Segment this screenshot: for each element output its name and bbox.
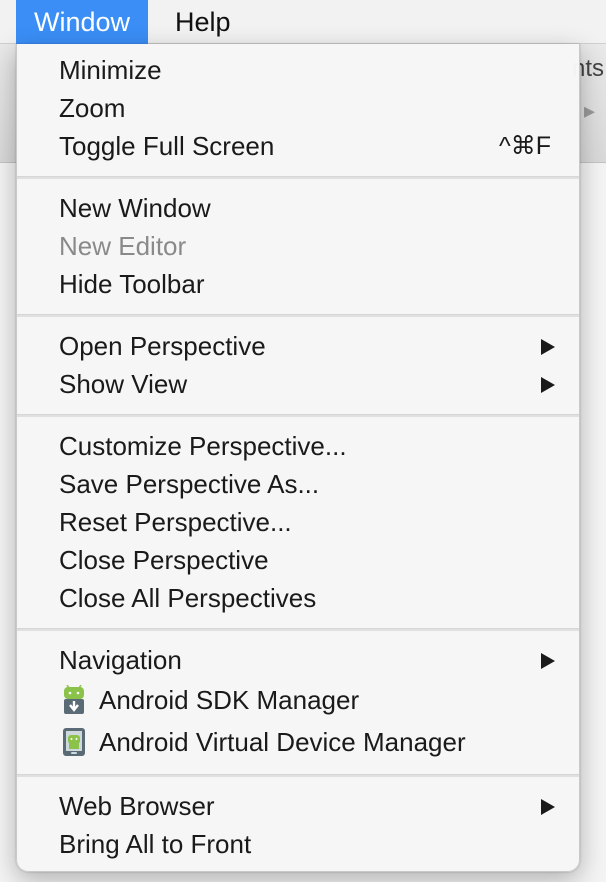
menu-separator xyxy=(17,774,579,777)
menu-item-android-avd-manager[interactable]: Android Virtual Device Manager xyxy=(17,723,579,761)
menu-item-reset-perspective[interactable]: Reset Perspective... xyxy=(17,503,579,541)
menu-item-label: Close All Perspectives xyxy=(59,583,317,613)
chevron-right-icon xyxy=(541,377,555,393)
window-menu: Minimize Zoom Toggle Full Screen ^⌘F New… xyxy=(16,44,580,872)
menu-item-label: Save Perspective As... xyxy=(59,469,320,499)
menubar: Window Help xyxy=(0,0,606,44)
menu-item-label: New Window xyxy=(59,193,211,223)
menu-item-label: Show View xyxy=(59,369,188,399)
menu-item-android-sdk-manager[interactable]: Android SDK Manager xyxy=(17,681,579,719)
menu-item-label: Android SDK Manager xyxy=(99,685,360,715)
chevron-right-icon xyxy=(541,653,555,669)
android-download-icon xyxy=(64,685,84,714)
keyboard-shortcut: ^⌘F xyxy=(498,132,551,160)
menu-item-new-editor: New Editor xyxy=(17,227,579,265)
android-device-icon xyxy=(63,728,85,756)
menu-item-label: Navigation xyxy=(59,645,182,675)
menu-item-save-perspective-as[interactable]: Save Perspective As... xyxy=(17,465,579,503)
menu-item-label: Web Browser xyxy=(59,791,215,821)
menu-item-customize-perspective[interactable]: Customize Perspective... xyxy=(17,427,579,465)
menu-separator xyxy=(17,176,579,179)
menu-separator xyxy=(17,414,579,417)
menubar-window[interactable]: Window xyxy=(16,0,149,44)
menu-item-label: Open Perspective xyxy=(59,331,266,361)
chevron-right-icon xyxy=(541,799,555,815)
menu-separator xyxy=(17,314,579,317)
menu-item-close-all-perspectives[interactable]: Close All Perspectives xyxy=(17,579,579,617)
menu-item-show-view[interactable]: Show View xyxy=(17,365,579,403)
menu-item-close-perspective[interactable]: Close Perspective xyxy=(17,541,579,579)
menu-item-label: Android Virtual Device Manager xyxy=(99,727,466,757)
menu-item-label: Minimize xyxy=(59,55,162,85)
menubar-help[interactable]: Help xyxy=(157,0,249,44)
chevron-right-icon xyxy=(541,339,555,355)
menu-item-hide-toolbar[interactable]: Hide Toolbar xyxy=(17,265,579,303)
background-toolbar-icon: ▸ xyxy=(584,98,596,123)
menu-item-open-perspective[interactable]: Open Perspective xyxy=(17,327,579,365)
menu-item-new-window[interactable]: New Window xyxy=(17,189,579,227)
menu-item-zoom[interactable]: Zoom xyxy=(17,89,579,127)
menu-item-label: Close Perspective xyxy=(59,545,269,575)
menu-item-toggle-full-screen[interactable]: Toggle Full Screen ^⌘F xyxy=(17,127,579,165)
menu-item-label: Bring All to Front xyxy=(59,829,252,859)
menu-item-bring-all-to-front[interactable]: Bring All to Front xyxy=(17,825,579,863)
menu-separator xyxy=(17,628,579,631)
menu-item-label: Reset Perspective... xyxy=(59,507,292,537)
menu-item-label: New Editor xyxy=(59,231,187,261)
menu-item-navigation[interactable]: Navigation xyxy=(17,641,579,679)
menu-item-web-browser[interactable]: Web Browser xyxy=(17,787,579,825)
menu-item-label: Hide Toolbar xyxy=(59,269,205,299)
menu-item-label: Customize Perspective... xyxy=(59,431,347,461)
menu-item-minimize[interactable]: Minimize xyxy=(17,51,579,89)
menu-item-label: Toggle Full Screen xyxy=(59,131,275,161)
menu-item-label: Zoom xyxy=(59,93,126,123)
